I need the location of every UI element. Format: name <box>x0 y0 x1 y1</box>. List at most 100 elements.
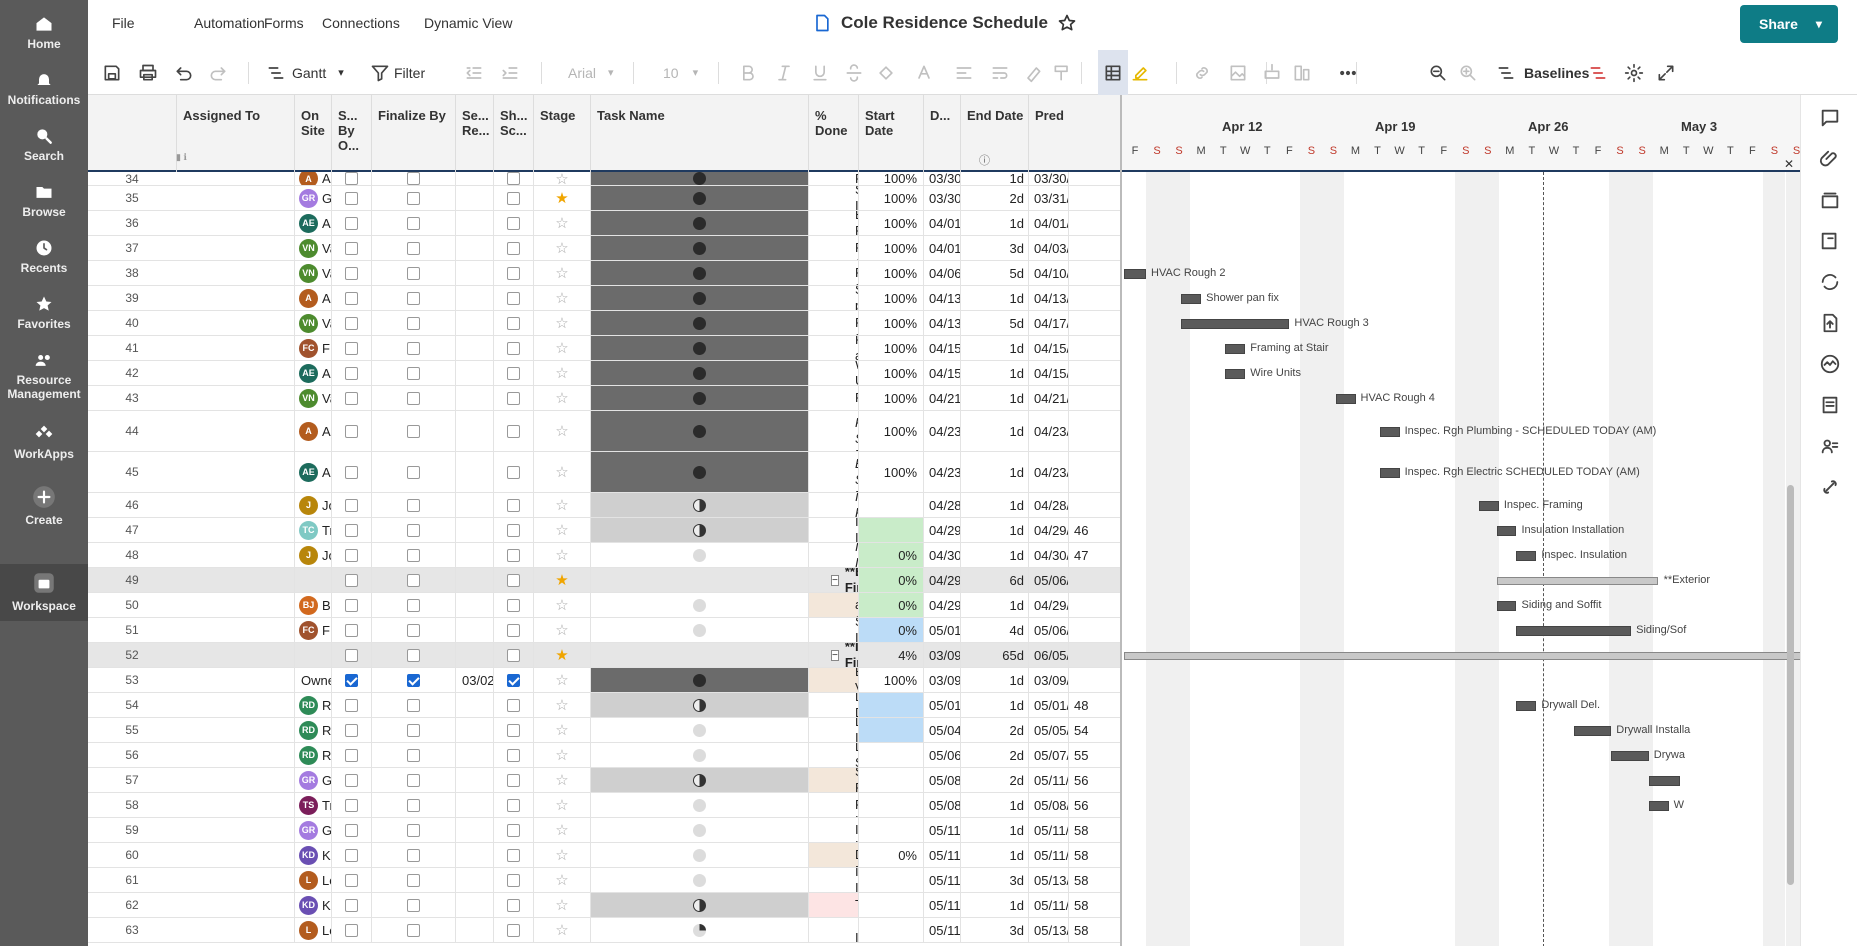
start-date-cell[interactable]: 05/08/26 <box>923 793 960 817</box>
stage-cell[interactable] <box>590 518 808 542</box>
table-row[interactable]: 37 VN Van Na ☆ HVAC Rough 1 100% 04/01/26 3d 04/… <box>88 236 1120 261</box>
finalize-by-cell[interactable] <box>455 743 493 767</box>
gantt-bar[interactable] <box>1181 294 1202 304</box>
duration-cell[interactable]: 1d <box>960 172 1028 185</box>
end-date-cell[interactable]: 05/11/26 <box>1028 768 1068 792</box>
stage-cell[interactable] <box>590 768 808 792</box>
on-site-checkbox[interactable] <box>345 172 358 185</box>
attachment-icon[interactable] <box>1819 148 1841 170</box>
schedule-star-icon[interactable]: ☆ <box>555 921 568 939</box>
comment-icon[interactable] <box>1819 107 1841 129</box>
proofing-icon[interactable] <box>1819 189 1841 211</box>
nav-item-browse[interactable]: Browse <box>0 182 88 219</box>
end-date-cell[interactable]: 05/06/26 <box>1028 618 1068 642</box>
signed-by-owner-checkbox[interactable] <box>407 216 420 230</box>
gantt-bar[interactable] <box>1648 801 1669 811</box>
column-header[interactable]: Task Name <box>590 95 808 172</box>
assigned-to-cell[interactable]: L LeTen <box>294 868 331 892</box>
end-date-cell[interactable]: 05/13/26 <box>1028 868 1068 892</box>
predecessors-cell[interactable] <box>1068 336 1120 360</box>
predecessors-cell[interactable] <box>1068 493 1120 517</box>
stage-cell[interactable] <box>590 618 808 642</box>
table-row[interactable]: 48 J John ☆ Inspec. Insulation 0% 04/30/26 1d 04… <box>88 543 1120 568</box>
predecessors-cell[interactable]: 56 <box>1068 793 1120 817</box>
end-date-cell[interactable]: 03/30/26 <box>1028 172 1068 185</box>
share-button[interactable]: Share ▾ <box>1740 5 1838 43</box>
selection-received-checkbox[interactable] <box>507 598 520 612</box>
gantt-bar[interactable] <box>1225 369 1246 379</box>
gantt-bar[interactable] <box>1379 468 1400 478</box>
signed-by-owner-checkbox[interactable] <box>407 241 420 255</box>
start-date-cell[interactable]: 04/23/26 <box>923 452 960 492</box>
table-row[interactable]: 58 TS Tri Star ☆ Wood Floors - Installation 0… <box>88 793 1120 818</box>
finalize-by-cell[interactable] <box>455 868 493 892</box>
schedule-star-icon[interactable]: ☆ <box>555 389 568 407</box>
task-name-cell[interactable]: Inspec. Rgh Plumbing - SCHEDULED TODAY (… <box>808 411 858 451</box>
end-date-cell[interactable]: 04/03/26 <box>1028 236 1068 260</box>
selection-received-checkbox[interactable] <box>507 673 520 687</box>
clear-format-icon[interactable] <box>1023 63 1043 83</box>
contacts-icon[interactable] <box>1819 435 1841 457</box>
finalize-by-cell[interactable] <box>455 693 493 717</box>
percent-done-cell[interactable] <box>858 768 923 792</box>
predecessors-cell[interactable] <box>1068 172 1120 185</box>
start-date-cell[interactable]: 04/28/26 <box>923 493 960 517</box>
column-header[interactable]: Pred <box>1028 95 1068 172</box>
selection-received-checkbox[interactable] <box>507 723 520 737</box>
start-date-cell[interactable]: 05/08/26 <box>923 768 960 792</box>
end-date-cell[interactable]: 05/07/26 <box>1028 743 1068 767</box>
assigned-to-cell[interactable]: VN Van Na <box>294 386 331 410</box>
selection-received-checkbox[interactable] <box>507 172 520 185</box>
duration-cell[interactable]: 4d <box>960 618 1028 642</box>
task-name-cell[interactable]: Inspec. Framing <box>808 493 858 517</box>
table-row[interactable]: 63 L LeTen ☆ Trim Installation 05/11/26 3d 05/1… <box>88 918 1120 943</box>
table-row[interactable]: 51 FC FF Cor ☆ Siding/Soffit Installation 0% 0… <box>88 618 1120 643</box>
duration-cell[interactable]: 1d <box>960 893 1028 917</box>
task-name-cell[interactable]: Siding and Soffit <box>808 593 858 617</box>
duration-cell[interactable]: 2d <box>960 743 1028 767</box>
text-color-icon[interactable] <box>914 63 934 83</box>
save-icon[interactable] <box>102 63 122 83</box>
chevron-down-icon[interactable]: ▾ <box>608 66 614 79</box>
end-date-cell[interactable]: 05/08/26 <box>1028 793 1068 817</box>
task-name-cell[interactable]: HVAC Rough 2 <box>808 261 858 285</box>
task-name-cell[interactable]: Framing at Stair <box>808 336 858 360</box>
selection-received-checkbox[interactable] <box>507 341 520 355</box>
table-row[interactable]: 42 AE Able El ☆ Wire Units 100% 04/15/26 1d 04/1… <box>88 361 1120 386</box>
predecessors-cell[interactable] <box>1068 411 1120 451</box>
stage-cell[interactable] <box>590 693 808 717</box>
percent-done-cell[interactable] <box>858 918 923 942</box>
start-date-cell[interactable]: 05/11/26 <box>923 893 960 917</box>
gantt-bar[interactable] <box>1573 726 1612 736</box>
selection-received-checkbox[interactable] <box>507 241 520 255</box>
view-label[interactable]: Gantt <box>292 65 326 81</box>
schedule-star-icon[interactable]: ☆ <box>555 596 568 614</box>
schedule-star-icon[interactable]: ☆ <box>555 521 568 539</box>
nav-item-favorites[interactable]: Favorites <box>0 294 88 331</box>
on-site-checkbox[interactable] <box>345 291 358 305</box>
selection-received-checkbox[interactable] <box>507 798 520 812</box>
redo-icon[interactable] <box>208 63 228 83</box>
assigned-to-cell[interactable]: RD Rays D <box>294 743 331 767</box>
schedule-star-icon[interactable]: ☆ <box>555 546 568 564</box>
stage-cell[interactable] <box>590 186 808 210</box>
start-date-cell[interactable]: 04/29/26 <box>923 593 960 617</box>
finalize-by-cell[interactable] <box>455 568 493 592</box>
chevron-down-icon[interactable]: ▾ <box>1816 17 1822 31</box>
duration-cell[interactable]: 1d <box>960 411 1028 451</box>
selection-received-checkbox[interactable] <box>507 748 520 762</box>
assigned-to-cell[interactable]: AE Able El <box>294 452 331 492</box>
nav-item-search[interactable]: Search <box>0 126 88 163</box>
forms-icon[interactable] <box>1819 394 1841 416</box>
table-row[interactable]: 56 RD Rays D ☆ Drywall Spackle 05/06/26 2d 05/0… <box>88 743 1120 768</box>
start-date-cell[interactable]: 04/29/26 <box>923 568 960 592</box>
predecessors-cell[interactable] <box>1068 211 1120 235</box>
duration-cell[interactable]: 6d <box>960 568 1028 592</box>
on-site-checkbox[interactable] <box>345 873 358 887</box>
gantt-bar[interactable] <box>1496 601 1517 611</box>
end-date-cell[interactable]: 04/01/26 <box>1028 211 1068 235</box>
task-name-cell[interactable]: Wire Units <box>808 361 858 385</box>
gantt-bar[interactable] <box>1516 701 1537 711</box>
end-date-cell[interactable]: 05/11/26 <box>1028 843 1068 867</box>
table-row[interactable]: 54 RD Rays D ☆ Drywall Del. 05/01/26 1d 05/01/2… <box>88 693 1120 718</box>
